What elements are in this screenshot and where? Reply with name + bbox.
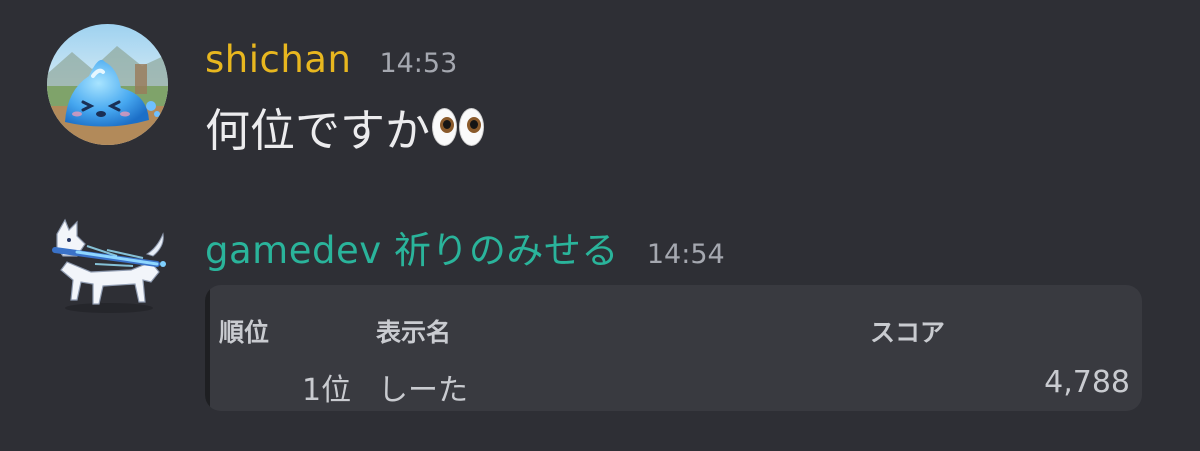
message-header: shichan 14:53 — [205, 38, 457, 81]
message-shichan: shichan 14:53 何位ですか — [0, 22, 1200, 157]
leaderboard-embed: 順位 表示名 スコア 1位 しーた 4,788 — [205, 285, 1142, 411]
cell-name: しーた — [378, 373, 468, 408]
eyes-emoji-icon — [432, 107, 485, 146]
header-rank: 順位 — [219, 318, 270, 347]
avatar-gamedev[interactable] — [47, 212, 172, 317]
message-text: 何位ですか — [205, 104, 431, 157]
cell-rank: 1位 — [302, 373, 352, 408]
message-gamedev: gamedev 祈りのみせる 14:54 順位 表示名 スコア 1位 しーた 4… — [0, 212, 1200, 422]
message-header: gamedev 祈りのみせる 14:54 — [205, 220, 725, 274]
wolf-avatar-icon — [52, 218, 166, 313]
avatar-shichan[interactable] — [47, 24, 168, 145]
username[interactable]: gamedev 祈りのみせる — [205, 220, 619, 274]
embed-accent-bar — [205, 285, 210, 411]
timestamp: 14:54 — [646, 239, 725, 270]
header-name: 表示名 — [376, 318, 452, 347]
cell-score: 4,788 — [1044, 365, 1130, 400]
slime-avatar-icon — [47, 24, 168, 145]
header-score: スコア — [870, 318, 946, 347]
username[interactable]: shichan — [205, 38, 351, 81]
message-content: 何位ですか — [205, 94, 485, 159]
timestamp: 14:53 — [379, 48, 458, 79]
